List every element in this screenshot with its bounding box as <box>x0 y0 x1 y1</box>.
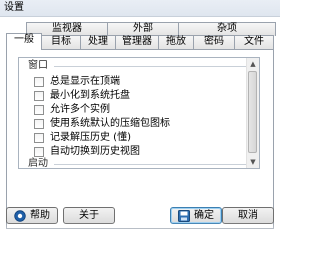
ok-button-label: 确定 <box>194 210 214 221</box>
group-header-window-label: 窗口 <box>28 60 48 71</box>
tab-file-label: 文件 <box>244 36 264 47</box>
option-label: 总是显示在顶端 <box>50 76 120 87</box>
group-header-startup-label: 启动 <box>28 158 48 169</box>
cancel-button-label: 取消 <box>238 210 258 221</box>
option-label: 最小化到系统托盘 <box>50 90 130 101</box>
tab-drag-drop[interactable]: 拖放 <box>158 35 194 49</box>
option-always-on-top[interactable]: 总是显示在顶端 <box>34 75 120 88</box>
option-minimize-to-tray[interactable]: 最小化到系统托盘 <box>34 89 130 102</box>
group-header-window: 窗口 <box>28 60 250 72</box>
tab-drag-drop-label: 拖放 <box>166 36 186 47</box>
tab-target[interactable]: 目标 <box>41 35 81 49</box>
checkbox[interactable] <box>34 90 44 101</box>
tab-manager-label: 管理器 <box>122 36 152 47</box>
help-button-label: 帮助 <box>30 210 50 221</box>
checkbox[interactable] <box>34 104 44 115</box>
tab-general-label: 一般 <box>14 34 34 45</box>
tab-external-label: 外部 <box>133 23 153 34</box>
tab-process[interactable]: 处理 <box>80 35 116 49</box>
tab-password-label: 密码 <box>204 36 224 47</box>
option-system-default-icon[interactable]: 使用系统默认的压缩包图标 <box>34 117 170 130</box>
general-tab-panel: 窗口 总是显示在顶端 最小化到系统托盘 允许多个实例 使用系统默认的压缩包图标 <box>6 49 274 229</box>
option-label: 使用系统默认的压缩包图标 <box>50 118 170 129</box>
save-icon <box>178 209 190 222</box>
option-auto-switch-history[interactable]: 自动切换到历史视图 <box>34 145 140 158</box>
tab-monitor-label: 监视器 <box>52 23 82 34</box>
settings-window: 设置 监视器 外部 杂项 一般 目标 处理 管理器 拖放 密码 文件 窗口 总是… <box>0 0 280 270</box>
tab-file[interactable]: 文件 <box>234 35 274 49</box>
options-list[interactable]: 窗口 总是显示在顶端 最小化到系统托盘 允许多个实例 使用系统默认的压缩包图标 <box>18 57 260 169</box>
option-label: 允许多个实例 <box>50 104 110 115</box>
tab-process-label: 处理 <box>88 36 108 47</box>
option-label: 记录解压历史 (懂) <box>50 132 131 143</box>
checkbox[interactable] <box>34 118 44 129</box>
window-title: 设置 <box>4 2 24 13</box>
tab-misc[interactable]: 杂项 <box>178 22 276 36</box>
checkbox[interactable] <box>34 146 44 157</box>
scroll-thumb[interactable] <box>248 71 257 153</box>
vertical-scrollbar[interactable]: ▲ ▼ <box>246 58 259 168</box>
scroll-down-icon[interactable]: ▼ <box>247 156 259 168</box>
option-label: 自动切换到历史视图 <box>50 146 140 157</box>
title-bar: 设置 <box>0 0 280 17</box>
tab-external[interactable]: 外部 <box>107 22 179 36</box>
checkbox[interactable] <box>34 132 44 143</box>
tab-password[interactable]: 密码 <box>193 35 235 49</box>
tab-general[interactable]: 一般 <box>6 33 42 50</box>
about-button-label: 关于 <box>79 210 99 221</box>
tab-manager[interactable]: 管理器 <box>115 35 159 49</box>
option-record-history[interactable]: 记录解压历史 (懂) <box>34 131 131 144</box>
help-icon <box>14 209 26 222</box>
group-divider <box>54 65 250 67</box>
scroll-up-icon[interactable]: ▲ <box>247 58 259 70</box>
tab-misc-label: 杂项 <box>217 23 237 34</box>
tab-target-label: 目标 <box>51 36 71 47</box>
bottom-fade-overlay <box>0 222 280 270</box>
option-allow-multiple-instances[interactable]: 允许多个实例 <box>34 103 110 116</box>
group-divider <box>54 163 250 165</box>
group-header-startup: 启动 <box>28 158 250 169</box>
checkbox[interactable] <box>34 76 44 87</box>
